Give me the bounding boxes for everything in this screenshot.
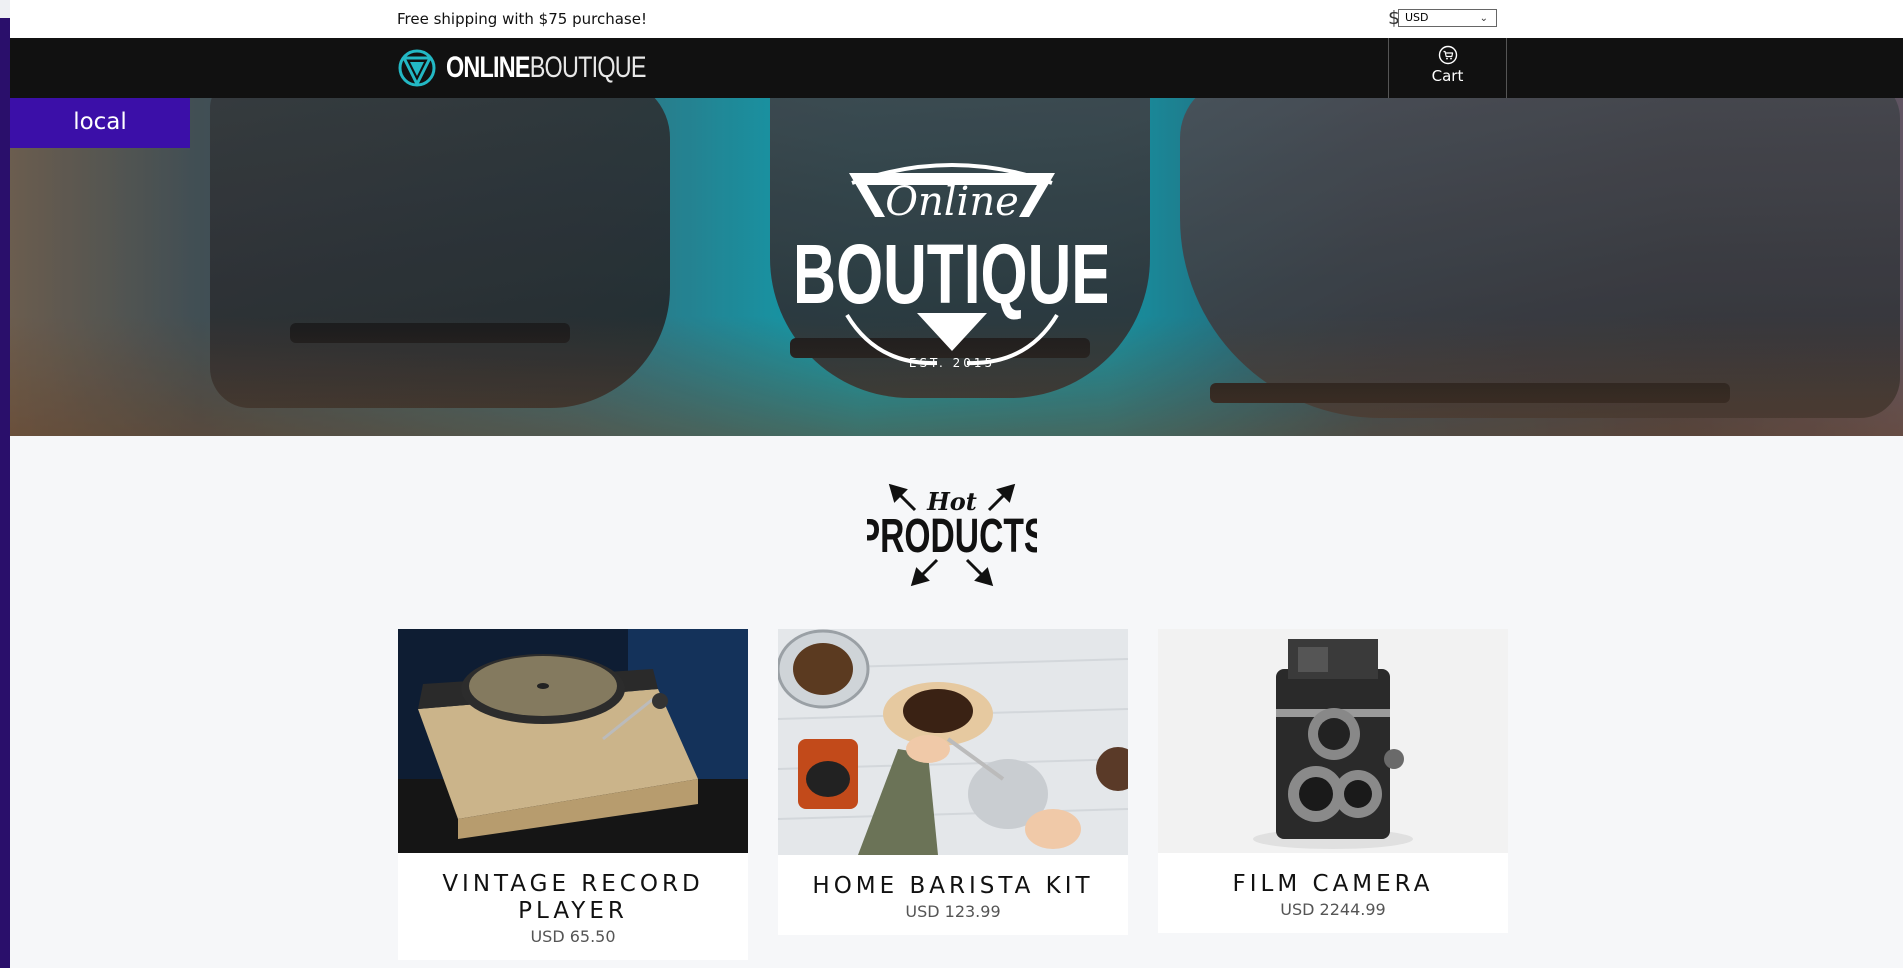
product-name[interactable]: Film Camera [1158, 853, 1508, 898]
product-image-film-camera[interactable] [1158, 629, 1508, 853]
emblem-script: Online [885, 179, 1019, 225]
site-header: ONLINEBOUTIQUE Cart [10, 38, 1903, 98]
cart-button[interactable]: Cart [1388, 38, 1507, 98]
product-name[interactable]: Home Barista Kit [778, 855, 1128, 900]
product-price: USD 123.99 [905, 902, 1001, 921]
product-card[interactable]: Vintage Record Player USD 65.50 [398, 629, 748, 960]
product-image-barista-kit[interactable] [778, 629, 1128, 855]
emblem-title: BOUTIQUE [797, 227, 1107, 321]
product-price: USD 2244.99 [1280, 900, 1386, 919]
environment-badge: local [10, 98, 190, 148]
product-name[interactable]: Vintage Record Player [398, 853, 748, 925]
product-image-record-player[interactable] [398, 629, 748, 853]
currency-select-value: USD [1405, 11, 1429, 24]
hot-products-heading: Hot PRODUCTS [867, 483, 1037, 587]
currency-select[interactable]: USD ⌄ [1398, 9, 1497, 27]
chevron-down-icon: ⌄ [1479, 13, 1488, 24]
logo-wordmark: ONLINEBOUTIQUE [446, 51, 646, 85]
emblem-est: EST. 2015 [909, 356, 995, 370]
section-title: PRODUCTS [867, 508, 1037, 562]
top-bar: Free shipping with $75 purchase! [10, 0, 1903, 38]
cart-label: Cart [1431, 67, 1464, 85]
logo-link[interactable]: ONLINEBOUTIQUE [397, 47, 702, 89]
logo-light: BOUTIQUE [529, 51, 647, 84]
left-rail [0, 0, 22, 968]
product-card[interactable]: Home Barista Kit USD 123.99 [778, 629, 1128, 935]
online-boutique-emblem: Online BOUTIQUE EST. 2015 [797, 163, 1107, 370]
product-price: USD 65.50 [530, 927, 616, 946]
shipping-note: Free shipping with $75 purchase! [397, 10, 647, 28]
cart-icon [1438, 45, 1457, 65]
logo-bold: ONLINE [446, 51, 531, 84]
triangle-logo-icon [398, 49, 436, 87]
product-card[interactable]: Film Camera USD 2244.99 [1158, 629, 1508, 933]
